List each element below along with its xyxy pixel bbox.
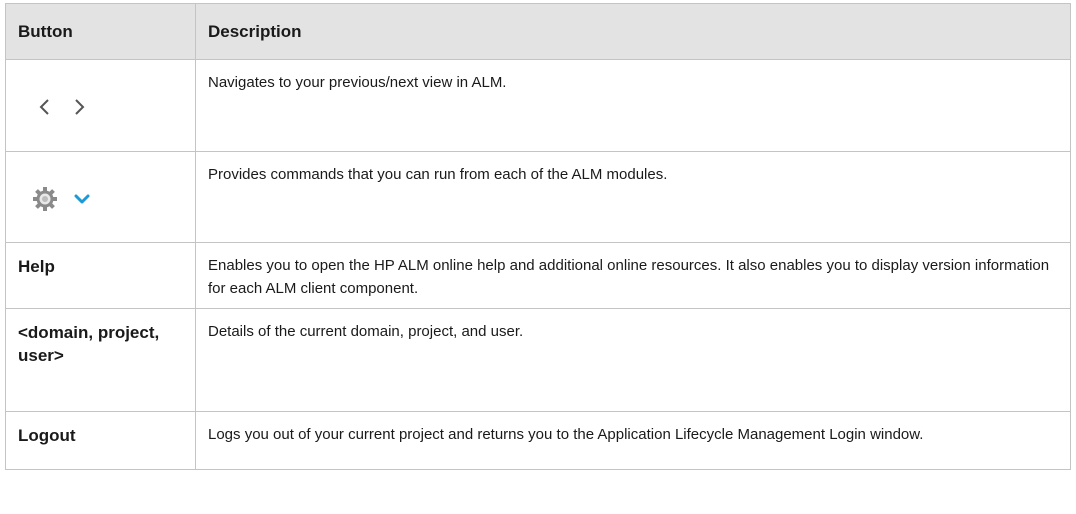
gear-icon[interactable] — [32, 186, 58, 212]
table-header-row: Button Description — [5, 3, 1071, 60]
row-description: Logs you out of your current project and… — [195, 411, 1071, 470]
header-button: Button — [5, 3, 196, 60]
gear-buttons-cell — [5, 151, 196, 243]
chevron-right-icon[interactable] — [72, 98, 86, 116]
row-description: Details of the current domain, project, … — [195, 308, 1071, 412]
table-row: Provides commands that you can run from … — [5, 151, 1071, 243]
buttons-table: Button Description Navigates to your pre… — [5, 3, 1071, 470]
row-button-label: Help — [5, 242, 196, 309]
row-description: Enables you to open the HP ALM online he… — [195, 242, 1071, 309]
header-description: Description — [195, 3, 1071, 60]
table-row: Logout Logs you out of your current proj… — [5, 411, 1071, 470]
row-description: Provides commands that you can run from … — [195, 151, 1071, 243]
row-button-label: Logout — [5, 411, 196, 470]
row-description: Navigates to your previous/next view in … — [195, 59, 1071, 152]
chevron-left-icon[interactable] — [38, 98, 52, 116]
table-row: Help Enables you to open the HP ALM onli… — [5, 242, 1071, 309]
table-row: Navigates to your previous/next view in … — [5, 59, 1071, 152]
chevron-down-icon[interactable] — [74, 193, 90, 205]
nav-buttons-cell — [5, 59, 196, 152]
table-row: <domain, project, user> Details of the c… — [5, 308, 1071, 412]
row-button-label: <domain, project, user> — [5, 308, 196, 412]
